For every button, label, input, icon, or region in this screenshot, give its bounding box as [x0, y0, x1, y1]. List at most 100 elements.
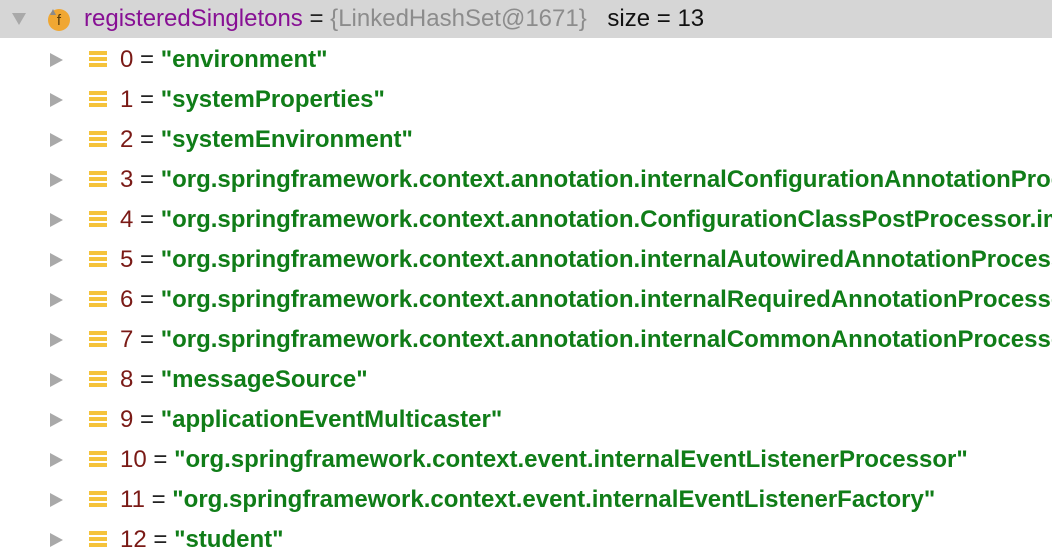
list-lines-icon	[89, 251, 107, 267]
equals-sign: =	[140, 406, 155, 433]
item-label: 3 = "org.springframework.context.annotat…	[120, 160, 1052, 200]
variable-name: registeredSingletons	[84, 5, 303, 32]
list-lines-icon	[89, 291, 107, 307]
equals-sign: =	[140, 46, 155, 73]
list-item[interactable]: 9 = "applicationEventMulticaster"	[0, 400, 1052, 440]
equals-sign: =	[140, 246, 155, 273]
item-index: 3	[120, 166, 134, 193]
equals-sign: =	[153, 446, 168, 473]
collapsed-triangle-icon[interactable]	[50, 493, 63, 507]
item-index: 9	[120, 406, 134, 433]
variable-row-registeredSingletons[interactable]: f registeredSingletons = {LinkedHashSet@…	[0, 0, 1052, 38]
list-item[interactable]: 8 = "messageSource"	[0, 360, 1052, 400]
item-label: 1 = "systemProperties"	[120, 80, 385, 120]
equals-sign: =	[140, 206, 155, 233]
list-lines-icon	[89, 411, 107, 427]
item-value: "org.springframework.context.annotation.…	[160, 246, 1052, 273]
list-item[interactable]: 2 = "systemEnvironment"	[0, 120, 1052, 160]
equals-sign: =	[140, 166, 155, 193]
item-label: 10 = "org.springframework.context.event.…	[120, 440, 968, 480]
item-index: 1	[120, 86, 134, 113]
collapsed-triangle-icon[interactable]	[50, 373, 63, 387]
collapsed-triangle-icon[interactable]	[50, 293, 63, 307]
item-value: "org.springframework.context.annotation.…	[160, 206, 1052, 233]
list-item[interactable]: 12 = "student"	[0, 520, 1052, 558]
item-value: "student"	[174, 526, 284, 553]
list-item[interactable]: 7 = "org.springframework.context.annotat…	[0, 320, 1052, 360]
list-lines-icon	[89, 531, 107, 547]
item-label: 12 = "student"	[120, 520, 283, 558]
equals-sign: =	[140, 86, 155, 113]
expanded-triangle-icon[interactable]	[12, 13, 26, 25]
variable-size: size = 13	[607, 5, 705, 32]
collapsed-triangle-icon[interactable]	[50, 93, 63, 107]
item-index: 8	[120, 366, 134, 393]
equals-sign: =	[153, 526, 168, 553]
collapsed-triangle-icon[interactable]	[50, 53, 63, 67]
item-value: "org.springframework.context.event.inter…	[174, 446, 968, 473]
list-lines-icon	[89, 171, 107, 187]
item-index: 4	[120, 206, 134, 233]
collapsed-triangle-icon[interactable]	[50, 173, 63, 187]
list-item[interactable]: 6 = "org.springframework.context.annotat…	[0, 280, 1052, 320]
item-label: 7 = "org.springframework.context.annotat…	[120, 320, 1052, 360]
item-label: 4 = "org.springframework.context.annotat…	[120, 200, 1052, 240]
collapsed-triangle-icon[interactable]	[50, 253, 63, 267]
item-label: 8 = "messageSource"	[120, 360, 368, 400]
equals-sign: =	[140, 326, 155, 353]
list-item[interactable]: 11 = "org.springframework.context.event.…	[0, 480, 1052, 520]
list-lines-icon	[89, 131, 107, 147]
item-value: "environment"	[160, 46, 328, 73]
list-item[interactable]: 4 = "org.springframework.context.annotat…	[0, 200, 1052, 240]
item-label: 11 = "org.springframework.context.event.…	[120, 480, 935, 520]
field-f-icon: f	[48, 9, 70, 31]
item-index: 0	[120, 46, 134, 73]
list-item[interactable]: 0 = "environment"	[0, 40, 1052, 80]
list-lines-icon	[89, 371, 107, 387]
list-lines-icon	[89, 331, 107, 347]
collapsed-triangle-icon[interactable]	[50, 533, 63, 547]
item-index: 7	[120, 326, 134, 353]
item-index: 6	[120, 286, 134, 313]
item-label: 6 = "org.springframework.context.annotat…	[120, 280, 1052, 320]
list-lines-icon	[89, 51, 107, 67]
item-value: "org.springframework.context.annotation.…	[160, 286, 1052, 313]
item-value: "messageSource"	[160, 366, 368, 393]
collapsed-triangle-icon[interactable]	[50, 133, 63, 147]
item-index: 12	[120, 526, 147, 553]
equals-sign: =	[151, 486, 166, 513]
variable-type: {LinkedHashSet@1671}	[330, 5, 587, 32]
item-label: 0 = "environment"	[120, 40, 328, 80]
item-index: 2	[120, 126, 134, 153]
list-item[interactable]: 10 = "org.springframework.context.event.…	[0, 440, 1052, 480]
list-lines-icon	[89, 491, 107, 507]
equals-sign: =	[140, 366, 155, 393]
collapsed-triangle-icon[interactable]	[50, 453, 63, 467]
item-value: "systemEnvironment"	[160, 126, 413, 153]
list-lines-icon	[89, 211, 107, 227]
collapsed-triangle-icon[interactable]	[50, 413, 63, 427]
item-label: 9 = "applicationEventMulticaster"	[120, 400, 502, 440]
equals-sign: =	[309, 5, 324, 32]
item-index: 11	[120, 486, 145, 513]
item-value: "org.springframework.context.annotation.…	[160, 326, 1052, 353]
list-item[interactable]: 5 = "org.springframework.context.annotat…	[0, 240, 1052, 280]
collapsed-triangle-icon[interactable]	[50, 213, 63, 227]
list-item[interactable]: 3 = "org.springframework.context.annotat…	[0, 160, 1052, 200]
list-item[interactable]: 1 = "systemProperties"	[0, 80, 1052, 120]
item-label: 5 = "org.springframework.context.annotat…	[120, 240, 1052, 280]
list-lines-icon	[89, 91, 107, 107]
item-value: "systemProperties"	[160, 86, 385, 113]
variable-label: registeredSingletons = {LinkedHashSet@16…	[84, 0, 704, 38]
item-value: "applicationEventMulticaster"	[160, 406, 503, 433]
item-index: 10	[120, 446, 147, 473]
equals-sign: =	[140, 286, 155, 313]
debugger-variables-tree: f registeredSingletons = {LinkedHashSet@…	[0, 0, 1052, 558]
list-lines-icon	[89, 451, 107, 467]
item-label: 2 = "systemEnvironment"	[120, 120, 413, 160]
item-index: 5	[120, 246, 134, 273]
collapsed-triangle-icon[interactable]	[50, 333, 63, 347]
item-value: "org.springframework.context.annotation.…	[160, 166, 1052, 193]
item-value: "org.springframework.context.event.inter…	[172, 486, 936, 513]
equals-sign: =	[140, 126, 155, 153]
